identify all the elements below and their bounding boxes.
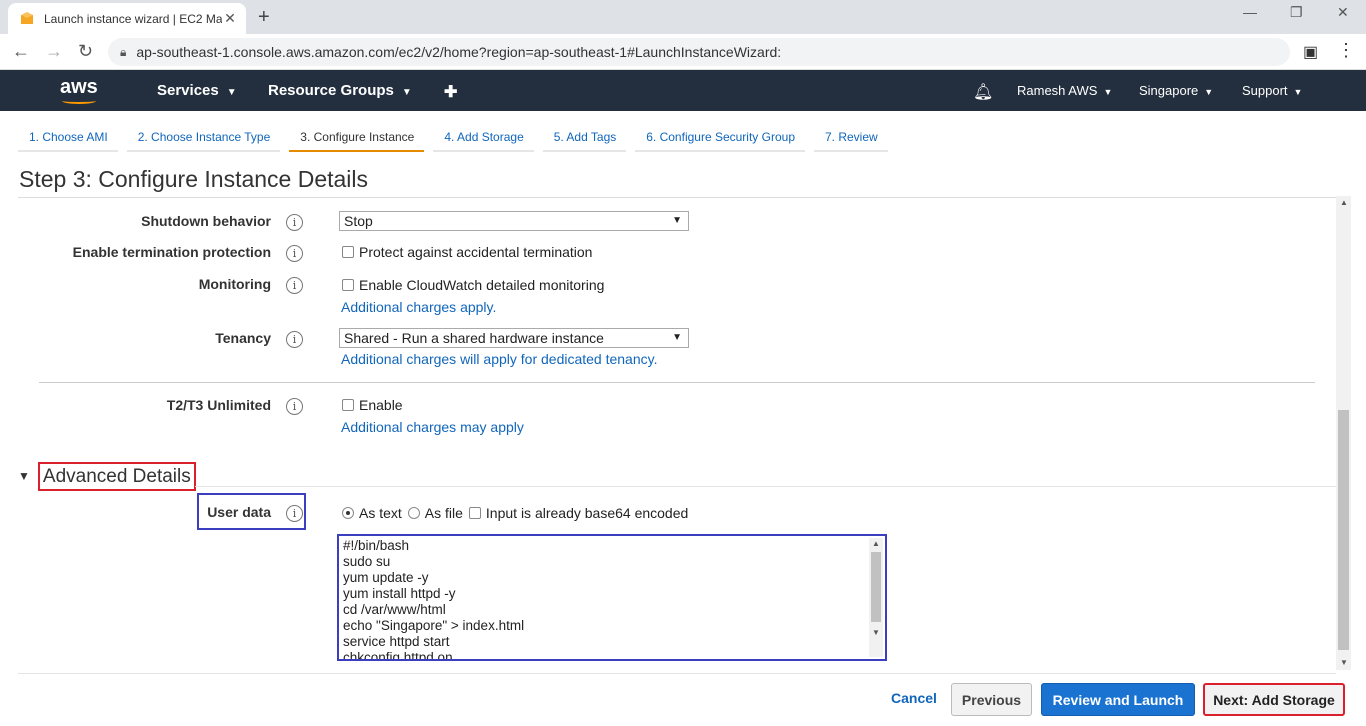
review-and-launch-button[interactable]: Review and Launch <box>1041 683 1195 716</box>
menu-icon[interactable]: ⋮ <box>1337 40 1355 61</box>
chevron-down-icon: ▼ <box>1293 87 1303 97</box>
restore-icon[interactable]: ❐ <box>1290 4 1303 21</box>
scroll-down-icon[interactable]: ▼ <box>1340 658 1348 667</box>
divider <box>18 673 1336 674</box>
t2t3-charges-link[interactable]: Additional charges may apply <box>341 419 524 435</box>
monitoring-label: Monitoring <box>198 276 271 292</box>
checkbox-icon[interactable] <box>342 399 354 411</box>
tab-choose-ami[interactable]: 1. Choose AMI <box>18 120 118 152</box>
reload-icon[interactable]: ↻ <box>78 41 93 62</box>
new-tab-icon[interactable]: + <box>258 6 270 29</box>
cancel-button[interactable]: Cancel <box>891 690 937 706</box>
info-icon[interactable]: i <box>286 331 303 348</box>
lock-icon: 🔒︎ <box>120 44 127 59</box>
close-window-icon[interactable]: ✕ <box>1337 4 1349 21</box>
scroll-up-icon[interactable]: ▲ <box>1340 198 1348 207</box>
aws-logo[interactable]: aws <box>60 76 98 104</box>
textarea-scrollbar[interactable]: ▲ ▼ <box>869 538 883 657</box>
info-icon[interactable]: i <box>286 505 303 522</box>
tab-review[interactable]: 7. Review <box>814 120 888 152</box>
back-icon[interactable]: ← <box>12 41 30 62</box>
checkbox-icon[interactable] <box>342 246 354 258</box>
t2t3-unlimited-checkbox[interactable]: Enable <box>342 397 403 413</box>
divider <box>18 197 1336 198</box>
url-text: ap-southeast-1.console.aws.amazon.com/ec… <box>136 44 782 60</box>
divider <box>195 486 1336 487</box>
browser-tab-bar: Launch instance wizard | EC2 Ma ✕ + — ❐ … <box>0 0 1366 34</box>
info-icon[interactable]: i <box>286 277 303 294</box>
scroll-up-icon[interactable]: ▲ <box>872 539 880 548</box>
services-menu[interactable]: Services ▼ <box>157 82 237 99</box>
chevron-down-icon: ▼ <box>226 87 237 98</box>
tab-add-tags[interactable]: 5. Add Tags <box>542 120 627 152</box>
termination-protection-checkbox[interactable]: Protect against accidental termination <box>342 244 592 260</box>
monitoring-checkbox[interactable]: Enable CloudWatch detailed monitoring <box>342 277 604 293</box>
advanced-details-title: Advanced Details <box>37 461 196 491</box>
minimize-icon[interactable]: — <box>1243 4 1257 20</box>
info-icon[interactable]: i <box>286 245 303 262</box>
user-data-textarea[interactable]: #!/bin/bash sudo su yum update -y yum in… <box>337 534 887 661</box>
tab-configure-security-group[interactable]: 6. Configure Security Group <box>635 120 805 152</box>
tab-choose-instance-type[interactable]: 2. Choose Instance Type <box>126 120 281 152</box>
bell-icon[interactable]: 🔔︎ <box>973 82 993 102</box>
resource-groups-menu[interactable]: Resource Groups ▼ <box>268 82 412 99</box>
account-menu[interactable]: Ramesh AWS ▼ <box>1017 83 1112 98</box>
user-data-options: As text As file Input is already base64 … <box>342 505 688 521</box>
dropdown-arrow-icon: ▼ <box>672 215 682 226</box>
base64-checkbox[interactable] <box>468 507 481 519</box>
base64-label: Input is already base64 encoded <box>485 505 689 521</box>
scroll-down-icon[interactable]: ▼ <box>872 628 880 637</box>
shutdown-label: Shutdown behavior <box>141 213 271 229</box>
as-text-radio[interactable] <box>342 507 354 519</box>
url-input[interactable]: 🔒︎ ap-southeast-1.console.aws.amazon.com… <box>108 38 1290 66</box>
chevron-down-icon: ▼ <box>401 87 412 98</box>
next-add-storage-button[interactable]: Next: Add Storage <box>1203 683 1345 716</box>
shutdown-behavior-select[interactable]: Stop ▼ <box>339 211 689 231</box>
tenancy-select[interactable]: Shared - Run a shared hardware instance ▼ <box>339 328 689 348</box>
checkbox-icon[interactable] <box>342 279 354 291</box>
info-icon[interactable]: i <box>286 214 303 231</box>
pin-icon[interactable]: ✚ <box>444 82 457 102</box>
caret-down-icon: ▼ <box>18 469 30 483</box>
user-data-script: #!/bin/bash sudo su yum update -y yum in… <box>343 538 525 661</box>
browser-tab[interactable]: Launch instance wizard | EC2 Ma ✕ <box>8 3 246 34</box>
aws-smile-icon <box>62 98 96 104</box>
monitoring-charges-link[interactable]: Additional charges apply. <box>341 299 496 315</box>
forward-icon[interactable]: → <box>45 41 63 62</box>
chevron-down-icon: ▼ <box>1204 87 1214 97</box>
address-bar: ← → ↻ 🔒︎ ap-southeast-1.console.aws.amaz… <box>0 34 1366 70</box>
advanced-details-toggle[interactable]: ▼ Advanced Details <box>18 461 196 491</box>
aws-top-nav: aws Services ▼ Resource Groups ▼ ✚ 🔔︎ Rame… <box>0 70 1366 111</box>
region-menu[interactable]: Singapore ▼ <box>1139 83 1213 98</box>
tenancy-charges-link[interactable]: Additional charges will apply for dedica… <box>341 351 657 367</box>
chevron-down-icon: ▼ <box>1103 87 1113 97</box>
support-menu[interactable]: Support ▼ <box>1242 83 1302 98</box>
as-text-label: As text <box>359 505 402 521</box>
browser-tab-title: Launch instance wizard | EC2 Ma <box>44 11 222 26</box>
wizard-tabs: 1. Choose AMI 2. Choose Instance Type 3.… <box>18 120 897 152</box>
tab-configure-instance[interactable]: 3. Configure Instance <box>289 120 425 152</box>
dropdown-arrow-icon: ▼ <box>672 332 682 343</box>
user-data-label: User data <box>207 504 271 520</box>
as-file-radio[interactable] <box>407 507 420 519</box>
profile-icon[interactable]: ▣ <box>1303 42 1318 62</box>
scrollbar-thumb[interactable] <box>1338 410 1349 650</box>
info-icon[interactable]: i <box>286 398 303 415</box>
aws-favicon-icon <box>21 11 33 24</box>
as-file-label: As file <box>424 505 463 521</box>
termination-label: Enable termination protection <box>72 244 271 260</box>
previous-button[interactable]: Previous <box>951 683 1032 716</box>
page-scrollbar[interactable]: ▲ ▼ <box>1336 196 1351 670</box>
scrollbar-thumb[interactable] <box>871 552 881 622</box>
close-tab-icon[interactable]: ✕ <box>222 10 238 27</box>
page-title: Step 3: Configure Instance Details <box>19 166 369 192</box>
divider <box>39 382 1315 383</box>
tenancy-label: Tenancy <box>215 330 271 346</box>
tab-add-storage[interactable]: 4. Add Storage <box>433 120 534 152</box>
t2t3-label: T2/T3 Unlimited <box>166 397 271 413</box>
